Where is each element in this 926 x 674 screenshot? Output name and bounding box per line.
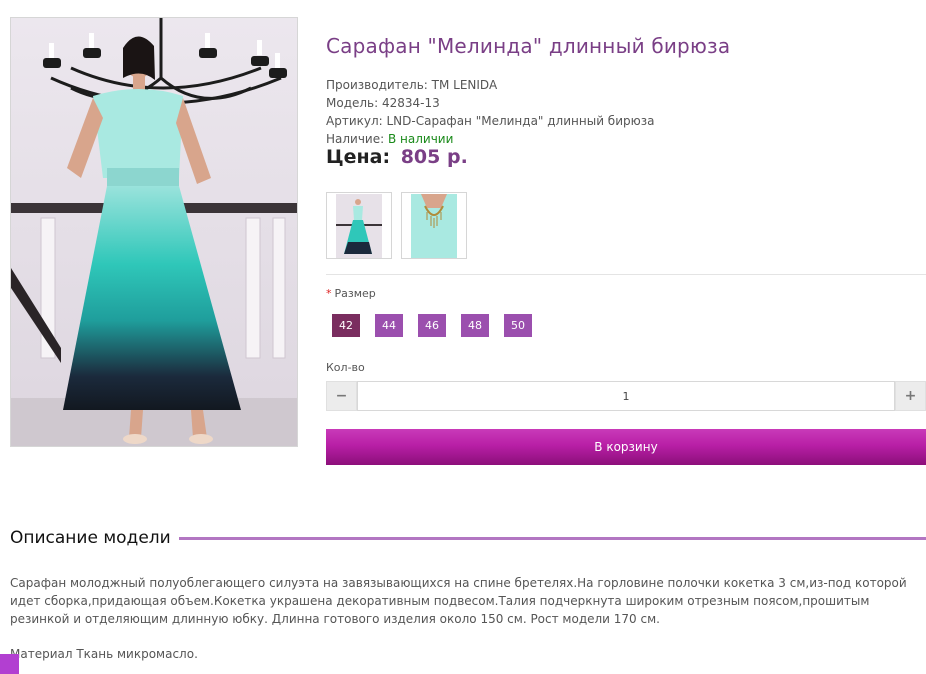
size-option-42[interactable]: 42 bbox=[332, 314, 360, 337]
description-material: Материал Ткань микромасло. bbox=[10, 647, 198, 661]
size-option-48[interactable]: 48 bbox=[461, 314, 489, 337]
add-to-cart-button[interactable]: В корзину bbox=[326, 429, 926, 465]
thumbnail-full-dress[interactable] bbox=[326, 192, 392, 259]
availability-value: В наличии bbox=[387, 132, 454, 146]
quantity-increase-button[interactable]: + bbox=[895, 381, 926, 411]
description-text: Сарафан молоджный полуоблегающего силуэт… bbox=[10, 576, 907, 626]
quantity-stepper: − + bbox=[326, 381, 926, 411]
price-value: 805 р. bbox=[400, 146, 468, 168]
price-row: Цена: 805 р. bbox=[326, 146, 468, 168]
product-main-image[interactable] bbox=[10, 17, 298, 447]
article-text: Артикул: LND-Сарафан "Мелинда" длинный б… bbox=[326, 114, 655, 128]
size-option-46[interactable]: 46 bbox=[418, 314, 446, 337]
quantity-input[interactable] bbox=[357, 381, 895, 411]
model-text: Модель: 42834-13 bbox=[326, 96, 440, 110]
minus-icon: − bbox=[335, 388, 348, 404]
size-label-text: Размер bbox=[334, 287, 376, 300]
options-divider bbox=[326, 274, 926, 275]
size-label: * Размер bbox=[326, 287, 376, 300]
description-heading-rule bbox=[178, 536, 926, 540]
plus-icon: + bbox=[904, 388, 917, 404]
required-mark: * bbox=[326, 287, 332, 300]
quantity-decrease-button[interactable]: − bbox=[326, 381, 357, 411]
manufacturer-text: Производитель: TM LENIDA bbox=[326, 78, 498, 92]
size-option-44[interactable]: 44 bbox=[375, 314, 403, 337]
price-label: Цена: bbox=[326, 146, 391, 168]
availability-label: Наличие: bbox=[326, 132, 388, 146]
scroll-to-top-button[interactable] bbox=[0, 654, 19, 674]
description-heading: Описание модели bbox=[10, 528, 171, 548]
size-options: 42 44 46 48 50 bbox=[332, 314, 532, 337]
thumbnail-neckline-detail[interactable] bbox=[401, 192, 467, 259]
quantity-label: Кол-во bbox=[326, 361, 365, 374]
thumbnail-gallery bbox=[326, 192, 467, 259]
description-header: Описание модели bbox=[10, 528, 926, 548]
product-title: Сарафан "Мелинда" длинный бирюза bbox=[326, 34, 731, 58]
size-option-50[interactable]: 50 bbox=[504, 314, 532, 337]
